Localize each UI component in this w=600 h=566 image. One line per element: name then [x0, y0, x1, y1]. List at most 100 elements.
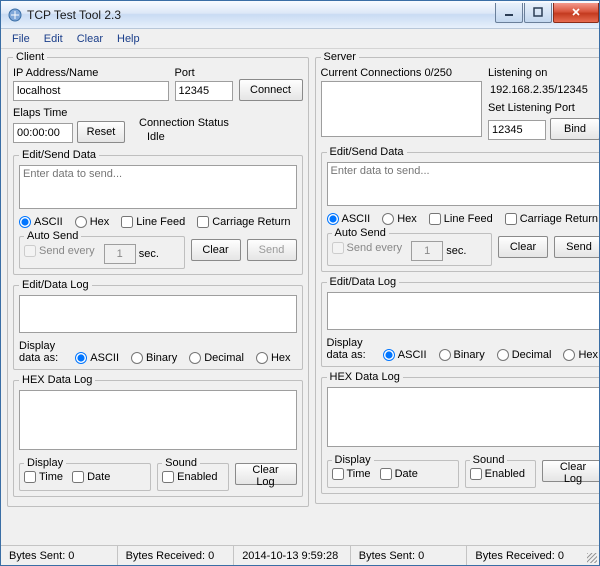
client-ascii-radio[interactable]: ASCII [19, 216, 63, 228]
server-display-group: Display Time Date [327, 454, 459, 488]
server-hexlog-textarea[interactable] [327, 387, 600, 447]
client-editlog-group: Edit/Data Log Display data as: ASCII Bin… [13, 279, 303, 370]
bind-button[interactable]: Bind [550, 118, 599, 140]
client-port-input[interactable] [175, 81, 233, 101]
client-clear-button[interactable]: Clear [191, 239, 241, 261]
status-sent-left: Bytes Sent: 0 [1, 546, 117, 565]
menu-clear[interactable]: Clear [70, 31, 110, 47]
app-window: TCP Test Tool 2.3 File Edit Clear Help C… [0, 0, 600, 566]
server-hexlog-group: HEX Data Log Display Time Date Sound Ena… [321, 371, 600, 494]
titlebar[interactable]: TCP Test Tool 2.3 [1, 1, 599, 29]
connect-button[interactable]: Connect [239, 79, 303, 101]
server-displayas-label: Display data as: [327, 337, 377, 361]
server-group: Server Current Connections 0/250 Listeni… [315, 51, 600, 504]
client-hex-radio[interactable]: Hex [75, 216, 110, 228]
curconn-label: Current Connections 0/250 [321, 67, 483, 79]
client-lf-check[interactable]: Line Feed [121, 216, 185, 228]
client-sendevery-input[interactable] [104, 244, 136, 264]
client-sound-group: Sound Enabled [157, 457, 228, 491]
server-legend: Server [321, 51, 359, 63]
menu-file[interactable]: File [5, 31, 37, 47]
client-hexlog-group: HEX Data Log Display Time Date Sound Ena… [13, 374, 303, 497]
client-da-hex[interactable]: Hex [256, 352, 291, 364]
setport-input[interactable] [488, 120, 546, 140]
window-title: TCP Test Tool 2.3 [27, 8, 494, 22]
menubar: File Edit Clear Help [1, 29, 599, 49]
server-da-binary[interactable]: Binary [439, 349, 485, 361]
resize-grip-icon[interactable] [583, 546, 599, 565]
client-sec-label: sec. [139, 248, 159, 260]
app-icon [7, 7, 23, 23]
conn-status-value: Idle [139, 131, 303, 143]
maximize-button[interactable] [524, 3, 552, 23]
client-display-legend: Display [24, 457, 66, 469]
client-hexlog-legend: HEX Data Log [19, 374, 95, 386]
client-display-group: Display Time Date [19, 457, 151, 491]
server-clearlog-button[interactable]: Clear Log [542, 460, 599, 482]
server-cr-check[interactable]: Carriage Return [505, 213, 598, 225]
server-da-hex[interactable]: Hex [563, 349, 598, 361]
conn-status-label: Connection Status [139, 117, 303, 129]
client-hexlog-textarea[interactable] [19, 390, 297, 450]
server-da-decimal[interactable]: Decimal [497, 349, 552, 361]
client-send-button[interactable]: Send [247, 239, 297, 261]
server-sound-group: Sound Enabled [465, 454, 536, 488]
setport-label: Set Listening Port [488, 102, 599, 114]
menu-help[interactable]: Help [110, 31, 147, 47]
server-autosend-legend: Auto Send [332, 227, 389, 239]
server-editsend-legend: Edit/Send Data [327, 146, 407, 158]
reset-button[interactable]: Reset [77, 121, 125, 143]
client-port-label: Port [175, 67, 233, 79]
server-hexlog-legend: HEX Data Log [327, 371, 403, 383]
client-displayas-label: Display data as: [19, 340, 69, 364]
ip-label: IP Address/Name [13, 67, 169, 79]
server-editlog-group: Edit/Data Log Display data as: ASCII Bin… [321, 276, 600, 367]
server-hex-radio[interactable]: Hex [382, 213, 417, 225]
server-sec-label: sec. [446, 245, 466, 257]
client-legend: Client [13, 51, 47, 63]
client-time-check[interactable]: Time [24, 471, 63, 483]
client-da-decimal[interactable]: Decimal [189, 352, 244, 364]
client-clearlog-button[interactable]: Clear Log [235, 463, 297, 485]
client-editlog-textarea[interactable] [19, 295, 297, 333]
server-display-legend: Display [332, 454, 374, 466]
server-sendevery-input[interactable] [411, 241, 443, 261]
listening-value: 192.168.2.35/12345 [488, 83, 599, 100]
minimize-button[interactable] [495, 3, 523, 23]
client-date-check[interactable]: Date [72, 471, 110, 483]
status-recv-right: Bytes Received: 0 [466, 546, 583, 565]
client-autosend-legend: Auto Send [24, 230, 81, 242]
server-sendevery-check[interactable]: Send every [332, 242, 403, 254]
client-da-ascii[interactable]: ASCII [75, 352, 119, 364]
elaps-label: Elaps Time [13, 107, 133, 119]
client-send-textarea[interactable] [19, 165, 297, 209]
listening-label: Listening on [488, 67, 599, 79]
server-sound-check[interactable]: Enabled [470, 468, 525, 480]
client-sendevery-check[interactable]: Send every [24, 245, 95, 257]
client-cr-check[interactable]: Carriage Return [197, 216, 290, 228]
status-recv-left: Bytes Received: 0 [117, 546, 234, 565]
statusbar: Bytes Sent: 0 Bytes Received: 0 2014-10-… [1, 545, 599, 565]
server-autosend-group: Auto Send Send every sec. [327, 227, 493, 266]
client-sound-check[interactable]: Enabled [162, 471, 217, 483]
client-group: Client IP Address/Name Port Connect [7, 51, 309, 507]
client-autosend-group: Auto Send Send every sec. [19, 230, 185, 269]
client-da-binary[interactable]: Binary [131, 352, 177, 364]
curconn-list[interactable] [321, 81, 483, 137]
server-editlog-textarea[interactable] [327, 292, 600, 330]
server-send-button[interactable]: Send [554, 236, 599, 258]
server-clear-button[interactable]: Clear [498, 236, 548, 258]
server-date-check[interactable]: Date [380, 468, 418, 480]
ip-input[interactable] [13, 81, 169, 101]
server-time-check[interactable]: Time [332, 468, 371, 480]
status-time: 2014-10-13 9:59:28 [233, 546, 350, 565]
server-editlog-legend: Edit/Data Log [327, 276, 400, 288]
menu-edit[interactable]: Edit [37, 31, 70, 47]
server-send-textarea[interactable] [327, 162, 600, 206]
server-ascii-radio[interactable]: ASCII [327, 213, 371, 225]
close-button[interactable] [553, 3, 599, 23]
server-lf-check[interactable]: Line Feed [429, 213, 493, 225]
server-editsend-group: Edit/Send Data ASCII Hex Line Feed Carri… [321, 146, 600, 272]
client-editsend-group: Edit/Send Data ASCII Hex Line Feed Carri… [13, 149, 303, 275]
server-da-ascii[interactable]: ASCII [383, 349, 427, 361]
